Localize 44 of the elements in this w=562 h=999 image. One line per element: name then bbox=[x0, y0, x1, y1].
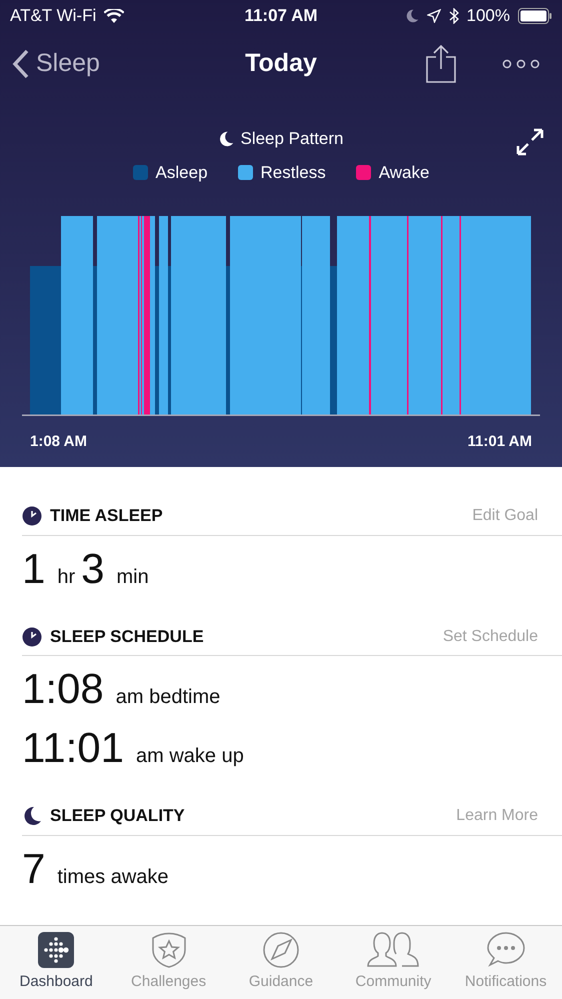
bluetooth-icon bbox=[448, 8, 459, 24]
schedule-value: 1:08 am bedtime bbox=[22, 664, 222, 714]
tab-bar-item[interactable]: Notifications bbox=[450, 931, 561, 994]
duration-value: 1 hr 3 min bbox=[22, 544, 150, 594]
section-link[interactable]: Edit Goal bbox=[472, 504, 538, 528]
compass-icon bbox=[262, 932, 299, 968]
back-button[interactable]: Sleep bbox=[12, 45, 212, 83]
section-link[interactable]: Learn More bbox=[456, 804, 538, 828]
battery-percent: 100% bbox=[466, 5, 510, 28]
start-time-label: 1:08 AM bbox=[30, 432, 87, 452]
moon-icon bbox=[404, 9, 419, 23]
star-badge-icon bbox=[150, 932, 188, 968]
more-icon[interactable] bbox=[502, 59, 540, 69]
end-time-label: 11:01 AM bbox=[468, 432, 532, 452]
moon-icon bbox=[22, 806, 42, 826]
schedule-value: 11:01 am wake up bbox=[22, 722, 245, 773]
expand-icon[interactable] bbox=[516, 128, 544, 156]
page-title: Today bbox=[244, 48, 318, 80]
dots-logo-icon bbox=[38, 932, 74, 968]
section-title: SLEEP SCHEDULE bbox=[50, 626, 205, 648]
chart-title: Sleep Pattern bbox=[240, 128, 344, 150]
chat-bubble-icon bbox=[486, 932, 525, 968]
section-title: SLEEP QUALITY bbox=[50, 805, 186, 828]
clock-icon bbox=[22, 626, 42, 647]
awake-count: 7 times awake bbox=[22, 844, 170, 894]
chevron-left-icon bbox=[12, 49, 30, 79]
legend-label: Asleep bbox=[156, 162, 208, 184]
legend-label: Awake bbox=[378, 162, 430, 184]
clock-icon bbox=[22, 506, 42, 526]
carrier-label: AT&T Wi-Fi bbox=[10, 5, 96, 28]
legend-label: Restless bbox=[260, 162, 326, 184]
people-icon bbox=[366, 932, 420, 968]
section-title: TIME ASLEEP bbox=[50, 505, 164, 527]
moon-icon bbox=[218, 130, 234, 147]
section-link[interactable]: Set Schedule bbox=[442, 624, 538, 649]
share-icon[interactable] bbox=[426, 45, 456, 83]
tab-bar-item[interactable]: Community bbox=[338, 931, 448, 994]
tab-bar-item[interactable]: Challenges bbox=[114, 931, 224, 994]
tab-bar-item[interactable]: Guidance bbox=[226, 931, 336, 994]
tab-bar-item[interactable]: Dashboard bbox=[1, 931, 112, 994]
clock-time: 11:07 AM bbox=[243, 5, 319, 28]
location-arrow-icon bbox=[426, 9, 441, 23]
wifi-icon bbox=[104, 9, 124, 23]
battery-icon bbox=[518, 8, 552, 24]
